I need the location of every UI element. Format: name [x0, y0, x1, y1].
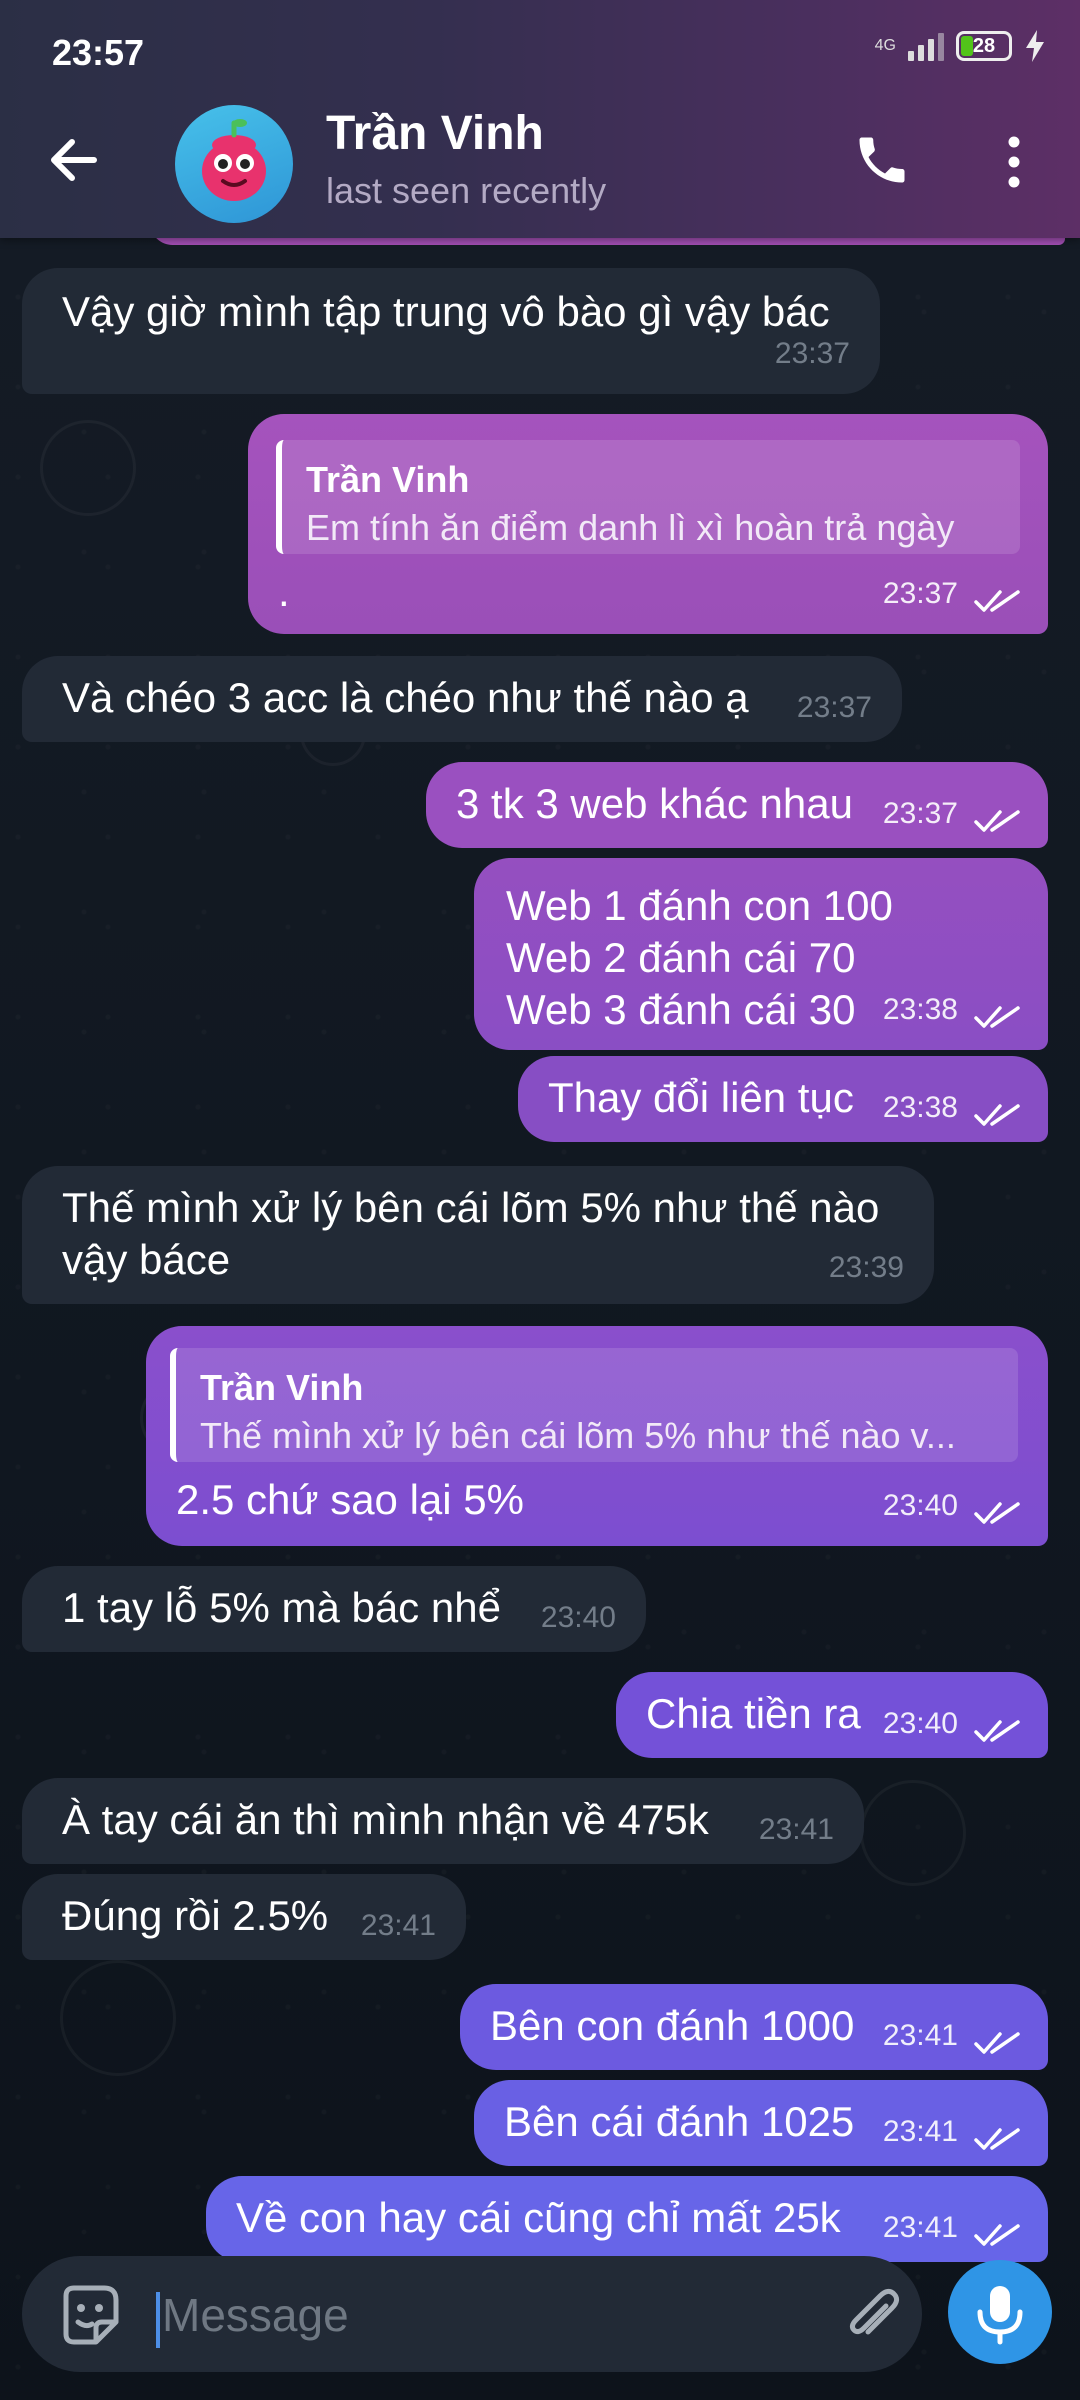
avatar[interactable] [175, 105, 293, 223]
microphone-icon [977, 2286, 1023, 2345]
double-check-icon [974, 1502, 1020, 1524]
message-outgoing[interactable]: Chia tiền ra 23:40 [616, 1672, 1048, 1758]
battery-icon: 28 [956, 31, 1012, 61]
text-cursor [156, 2292, 160, 2348]
message-text: Chia tiền ra [646, 1690, 861, 1737]
message-outgoing[interactable]: Về con hay cái cũng chỉ mất 25k 23:41 [206, 2176, 1048, 2262]
double-check-icon [974, 1720, 1020, 1742]
reply-text: Em tính ăn điểm danh lì xì hoàn trả ngày [306, 507, 955, 548]
message-time: 23:37 [882, 577, 958, 610]
message-time: 23:41 [882, 2115, 958, 2148]
double-check-icon [974, 590, 1020, 612]
message-time: 23:39 [828, 1251, 904, 1284]
emoji-icon [63, 2285, 119, 2345]
message-text: Thay đổi liên tục [548, 1074, 854, 1121]
message-time: 23:40 [882, 1707, 958, 1740]
reply-author: Trần Vinh [306, 459, 470, 500]
message-time: 23:38 [882, 993, 958, 1026]
message-time: 23:37 [774, 337, 850, 370]
wallpaper-doodle [40, 420, 136, 516]
paperclip-icon [849, 2288, 900, 2335]
message-text: Và chéo 3 acc là chéo như thế nào ạ [62, 674, 749, 721]
signal-icon [908, 31, 944, 61]
message-time: 23:41 [882, 2019, 958, 2052]
message-text: Vậy giờ mình tập trung vô bào gì vậy bác [62, 288, 830, 335]
message-outgoing[interactable]: 3 tk 3 web khác nhau 23:37 [426, 762, 1048, 848]
message-outgoing[interactable]: Web 1 đánh con 100 Web 2 đánh cái 70 Web… [474, 858, 1048, 1050]
reply-author: Trần Vinh [200, 1367, 364, 1408]
double-check-icon [974, 2032, 1020, 2054]
message-outgoing[interactable]: Bên cái đánh 1025 23:41 [474, 2080, 1048, 2166]
wallpaper-doodle [60, 1960, 176, 2076]
message-time: 23:38 [882, 1091, 958, 1124]
last-seen-status: last seen recently [326, 170, 607, 211]
message-text: . [278, 568, 290, 615]
message-text: 1 tay lỗ 5% mà bác nhể [62, 1584, 501, 1631]
chat-header: 23:57 4G 28 Trần Vinh last seen recently [0, 0, 1080, 238]
message-outgoing[interactable]: Thay đổi liên tục 23:38 [518, 1056, 1048, 1142]
message-time: 23:41 [882, 2211, 958, 2244]
status-icons: 4G 28 [875, 30, 1046, 62]
message-incoming[interactable]: Đúng rồi 2.5% 23:41 [22, 1874, 466, 1960]
double-check-icon [974, 2224, 1020, 2246]
message-input[interactable]: Message [162, 2288, 349, 2342]
message-time: 23:41 [758, 1813, 834, 1846]
message-text: 3 tk 3 web khác nhau [456, 780, 853, 827]
message-incoming[interactable]: Thế mình xử lý bên cái lõm 5% như thế nà… [22, 1166, 934, 1304]
more-vertical-icon [1008, 136, 1020, 188]
status-time: 23:57 [52, 32, 145, 73]
message-incoming[interactable]: À tay cái ăn thì mình nhận về 475k 23:41 [22, 1778, 864, 1864]
chat-title[interactable]: Trần Vinh [326, 106, 544, 161]
more-options-button[interactable] [1000, 134, 1028, 190]
message-text: Bên con đánh 1000 [490, 2002, 855, 2049]
message-line: Web 2 đánh cái 70 [506, 934, 856, 981]
battery-level: 28 [972, 34, 996, 57]
double-check-icon [974, 1104, 1020, 1126]
message-line: Web 1 đánh con 100 [506, 882, 893, 929]
message-outgoing[interactable]: Bên con đánh 1000 23:41 [460, 1984, 1048, 2070]
avatar-character-icon [202, 119, 266, 201]
voice-record-button[interactable] [948, 2260, 1052, 2364]
message-incoming[interactable]: Và chéo 3 acc là chéo như thế nào ạ 23:3… [22, 656, 902, 742]
reply-quote[interactable]: Trần Vinh Thế mình xử lý bên cái lõm 5% … [170, 1348, 1018, 1462]
message-time: 23:37 [882, 797, 958, 830]
double-check-icon [974, 810, 1020, 832]
message-outgoing-reply[interactable]: Trần Vinh Em tính ăn điểm danh lì xì hoà… [248, 414, 1048, 634]
message-text: Đúng rồi 2.5% [62, 1892, 329, 1939]
emoji-button[interactable] [56, 2282, 122, 2348]
message-incoming[interactable]: Vậy giờ mình tập trung vô bào gì vậy bác… [22, 268, 880, 394]
charging-icon [1026, 30, 1044, 62]
attach-button[interactable] [842, 2286, 902, 2346]
wallpaper-doodle [860, 1780, 966, 1886]
message-time: 23:40 [540, 1601, 616, 1634]
reply-text: Thế mình xử lý bên cái lõm 5% như thế nà… [200, 1415, 956, 1456]
message-time: 23:40 [882, 1489, 958, 1522]
reply-quote[interactable]: Trần Vinh Em tính ăn điểm danh lì xì hoà… [276, 440, 1020, 554]
message-composer: Message [22, 2256, 922, 2372]
message-text: Bên cái đánh 1025 [504, 2098, 855, 2145]
arrow-left-icon [51, 139, 97, 181]
double-check-icon [974, 1006, 1020, 1028]
network-type: 4G [874, 37, 896, 54]
message-line: Web 3 đánh cái 30 [506, 986, 856, 1033]
call-button[interactable] [852, 130, 912, 190]
message-outgoing-reply[interactable]: Trần Vinh Thế mình xử lý bên cái lõm 5% … [146, 1326, 1048, 1546]
phone-icon [859, 137, 905, 183]
double-check-icon [974, 2128, 1020, 2150]
message-line: Thế mình xử lý bên cái lõm 5% như thế nà… [62, 1184, 880, 1231]
message-text: Về con hay cái cũng chỉ mất 25k [236, 2194, 841, 2241]
message-time: 23:37 [796, 691, 872, 724]
message-incoming[interactable]: 1 tay lỗ 5% mà bác nhể 23:40 [22, 1566, 646, 1652]
message-text: À tay cái ăn thì mình nhận về 475k [62, 1796, 709, 1843]
back-button[interactable] [44, 130, 104, 190]
message-time: 23:41 [360, 1909, 436, 1942]
message-line: vậy báce [62, 1236, 231, 1283]
message-text: 2.5 chứ sao lại 5% [176, 1476, 524, 1523]
